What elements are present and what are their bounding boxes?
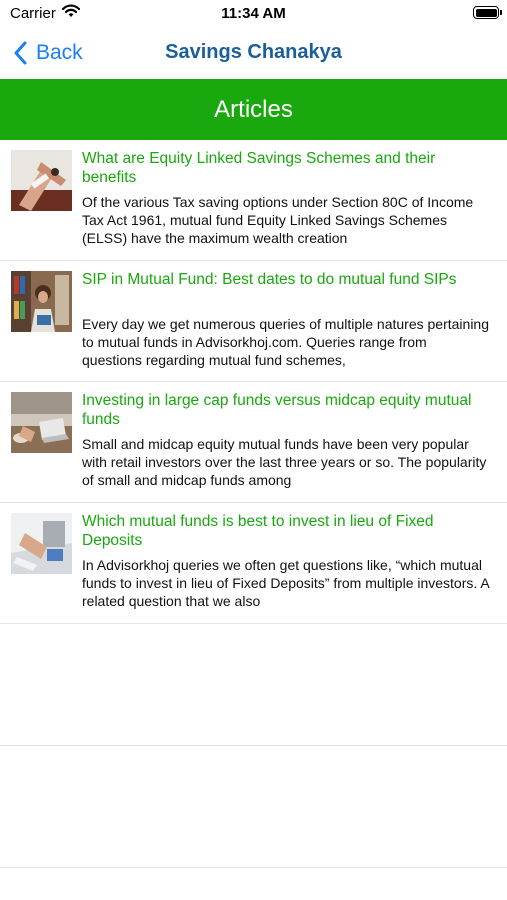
article-title: SIP in Mutual Fund: Best dates to do mut… — [82, 271, 457, 288]
page-title: Savings Chanakya — [165, 41, 342, 63]
article-description: Of the various Tax saving options under … — [82, 194, 474, 246]
article-description: In Advisorkhoj queries we often get ques… — [82, 557, 489, 609]
article-thumbnail — [11, 150, 72, 211]
empty-row — [0, 746, 507, 868]
article-thumbnail — [11, 513, 72, 574]
navigation-bar: Back Savings Chanakya — [0, 28, 507, 80]
article-title: What are Equity Linked Savings Schemes a… — [82, 150, 436, 186]
article-title: Investing in large cap funds versus midc… — [82, 392, 472, 428]
article-row[interactable]: Which mutual funds is best to invest in … — [0, 503, 507, 624]
article-list: What are Equity Linked Savings Schemes a… — [0, 140, 507, 868]
article-description: Every day we get numerous queries of mul… — [82, 316, 489, 368]
article-row[interactable]: Investing in large cap funds versus midc… — [0, 382, 507, 503]
status-bar: Carrier 11:34 AM — [0, 0, 507, 28]
battery-icon — [473, 6, 502, 19]
article-title: Which mutual funds is best to invest in … — [82, 513, 434, 549]
section-header: Articles — [0, 79, 507, 140]
article-description: Small and midcap equity mutual funds hav… — [82, 436, 487, 488]
article-thumbnail — [11, 392, 72, 453]
empty-row — [0, 624, 507, 746]
article-row[interactable]: SIP in Mutual Fund: Best dates to do mut… — [0, 261, 507, 382]
article-thumbnail — [11, 271, 72, 332]
article-row[interactable]: What are Equity Linked Savings Schemes a… — [0, 140, 507, 261]
clock-time: 11:34 AM — [221, 5, 286, 22]
